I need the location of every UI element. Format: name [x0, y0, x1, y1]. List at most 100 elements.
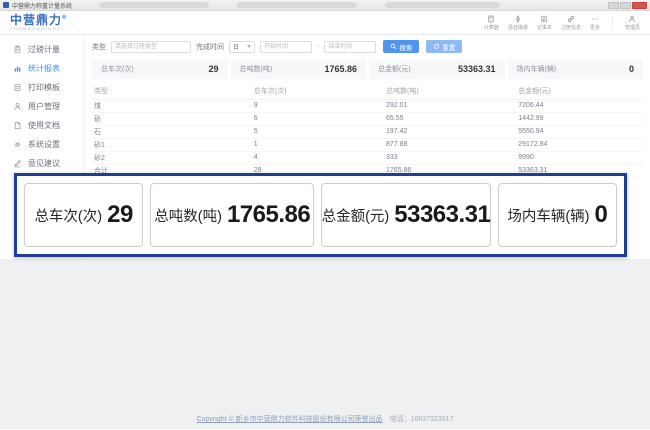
cell-trips: 5 [252, 125, 384, 138]
cell-tonnage: 877.88 [384, 138, 516, 151]
maximize-button[interactable] [620, 2, 631, 9]
gear-icon [13, 140, 22, 149]
calculator-action[interactable]: 计算器 [484, 15, 499, 31]
voice-broadcast-action[interactable]: 语音播报 [508, 15, 528, 31]
overlay-stat-label: 总金额(元) [322, 205, 390, 226]
cell-trips: 6 [252, 112, 384, 125]
user-icon [628, 15, 636, 23]
app-icon [3, 2, 9, 8]
reset-button[interactable]: 重置 [426, 40, 462, 53]
window-title: 中营鼎力称重计量系统 [12, 1, 72, 10]
reset-button-label: 重置 [442, 42, 455, 52]
overlay-stat-value: 0 [595, 201, 608, 229]
stat-value: 1765.86 [324, 64, 357, 74]
notepad-icon [540, 15, 548, 23]
action-label: 注册信息 [561, 24, 581, 31]
more-icon [591, 15, 599, 23]
stat-value: 29 [208, 64, 218, 74]
user-icon [13, 102, 22, 111]
stat-label: 场内车辆(辆) [517, 64, 557, 74]
app-logo: 中营鼎力® ZHONGYUDINGLI [10, 14, 67, 31]
stat-label: 总金额(元) [378, 64, 411, 74]
action-label: 更多 [590, 24, 600, 31]
overlay-stat-value: 1765.86 [227, 201, 310, 229]
calculator-icon [487, 15, 495, 23]
sidebar-item-print-template[interactable]: 打印模板 [0, 78, 84, 97]
logo-text: 中营鼎力 [10, 13, 62, 27]
notepad-action[interactable]: 记事本 [537, 15, 552, 31]
table-row: 砂 6 65.55 1442.99 [92, 112, 643, 125]
sidebar-item-statistics[interactable]: 统计报表 [0, 59, 84, 78]
footer-copyright-link[interactable]: Copyright © 新乡市中营鼎力软件科技股份有限公司荣誉出品 [197, 416, 383, 423]
column-header-trips: 总车次(次) [252, 84, 384, 99]
cell-tonnage: 333 [384, 151, 516, 164]
table-row: 石 5 197.42 5550.94 [92, 125, 643, 138]
stat-label: 总车次(次) [101, 64, 134, 74]
page-footer: Copyright © 新乡市中营鼎力软件科技股份有限公司荣誉出品 电话：166… [0, 414, 650, 424]
registered-mark: ® [62, 15, 67, 21]
cell-type: 砂1 [92, 138, 252, 151]
user-label: 管理员 [625, 24, 640, 31]
table-header-row: 类型 总车次(次) 总吨数(吨) 总金额(元) [92, 84, 643, 99]
search-icon [390, 43, 397, 50]
end-time-input[interactable] [324, 41, 376, 53]
microphone-icon [514, 15, 522, 23]
minimize-button[interactable] [608, 2, 619, 9]
stat-label: 总吨数(吨) [240, 64, 273, 74]
cell-tonnage: 292.01 [384, 99, 516, 112]
sidebar-item-label: 统计报表 [28, 63, 60, 74]
filter-bar: 类型 完成时间 日 - 搜索 重置 [92, 35, 643, 56]
bar-chart-icon [13, 64, 22, 73]
cell-trips: 4 [252, 151, 384, 164]
action-label: 计算器 [484, 24, 499, 31]
column-header-type: 类型 [92, 84, 252, 99]
cell-tonnage: 65.55 [384, 112, 516, 125]
overlay-stat-label: 总车次(次) [34, 205, 102, 226]
sidebar-item-settings[interactable]: 系统设置 [0, 135, 84, 154]
table-row: 砂1 1 877.88 29172.94 [92, 138, 643, 151]
overlay-stat-total-amount: 总金额(元) 53363.31 [321, 183, 491, 247]
time-unit-select[interactable]: 日 [229, 41, 255, 53]
overlay-stat-value: 29 [107, 201, 133, 229]
more-action[interactable]: 更多 [590, 15, 600, 31]
document-icon [13, 121, 22, 130]
admin-user-menu[interactable]: 管理员 [625, 15, 640, 31]
start-time-input[interactable] [260, 41, 312, 53]
sidebar-item-label: 过磅计量 [28, 44, 60, 55]
date-range-separator: - [317, 43, 319, 50]
sidebar-item-weighing[interactable]: 过磅计量 [0, 40, 84, 59]
printer-icon [13, 83, 22, 92]
cell-trips: 1 [252, 138, 384, 151]
titlebar-background [75, 2, 605, 8]
sidebar-item-label: 意见建议 [28, 158, 60, 169]
overlay-stat-total-trips: 总车次(次) 29 [24, 183, 143, 247]
sidebar-item-user-management[interactable]: 用户管理 [0, 97, 84, 116]
stat-value: 0 [629, 64, 634, 74]
stat-total-trips: 总车次(次) 29 [92, 59, 228, 79]
sidebar-item-label: 使用文档 [28, 120, 60, 131]
action-label: 语音播报 [508, 24, 528, 31]
registration-action[interactable]: 注册信息 [561, 15, 581, 31]
type-filter-label: 类型 [92, 42, 106, 52]
cell-type: 砂2 [92, 151, 252, 164]
close-button[interactable] [632, 2, 647, 9]
table-row: 煤 9 292.01 7206.44 [92, 99, 643, 112]
column-header-amount: 总金额(元) [516, 84, 643, 99]
cell-tonnage: 197.42 [384, 125, 516, 138]
cell-amount: 7206.44 [516, 99, 643, 112]
sidebar-item-feedback[interactable]: 意见建议 [0, 154, 84, 173]
table-row: 砂2 4 333 9990 [92, 151, 643, 164]
stat-value: 53363.31 [458, 64, 496, 74]
search-button[interactable]: 搜索 [383, 40, 419, 53]
footer-phone: 电话：16637323517 [390, 416, 454, 423]
cell-amount: 5550.94 [516, 125, 643, 138]
chevron-down-icon [247, 45, 251, 48]
sidebar-item-label: 打印模板 [28, 82, 60, 93]
cell-trips: 9 [252, 99, 384, 112]
sidebar-item-documentation[interactable]: 使用文档 [0, 116, 84, 135]
sidebar-item-label: 系统设置 [28, 139, 60, 150]
link-icon [567, 15, 575, 23]
weighing-type-select[interactable] [111, 41, 191, 53]
time-unit-value: 日 [233, 42, 239, 51]
scale-icon [13, 45, 22, 54]
